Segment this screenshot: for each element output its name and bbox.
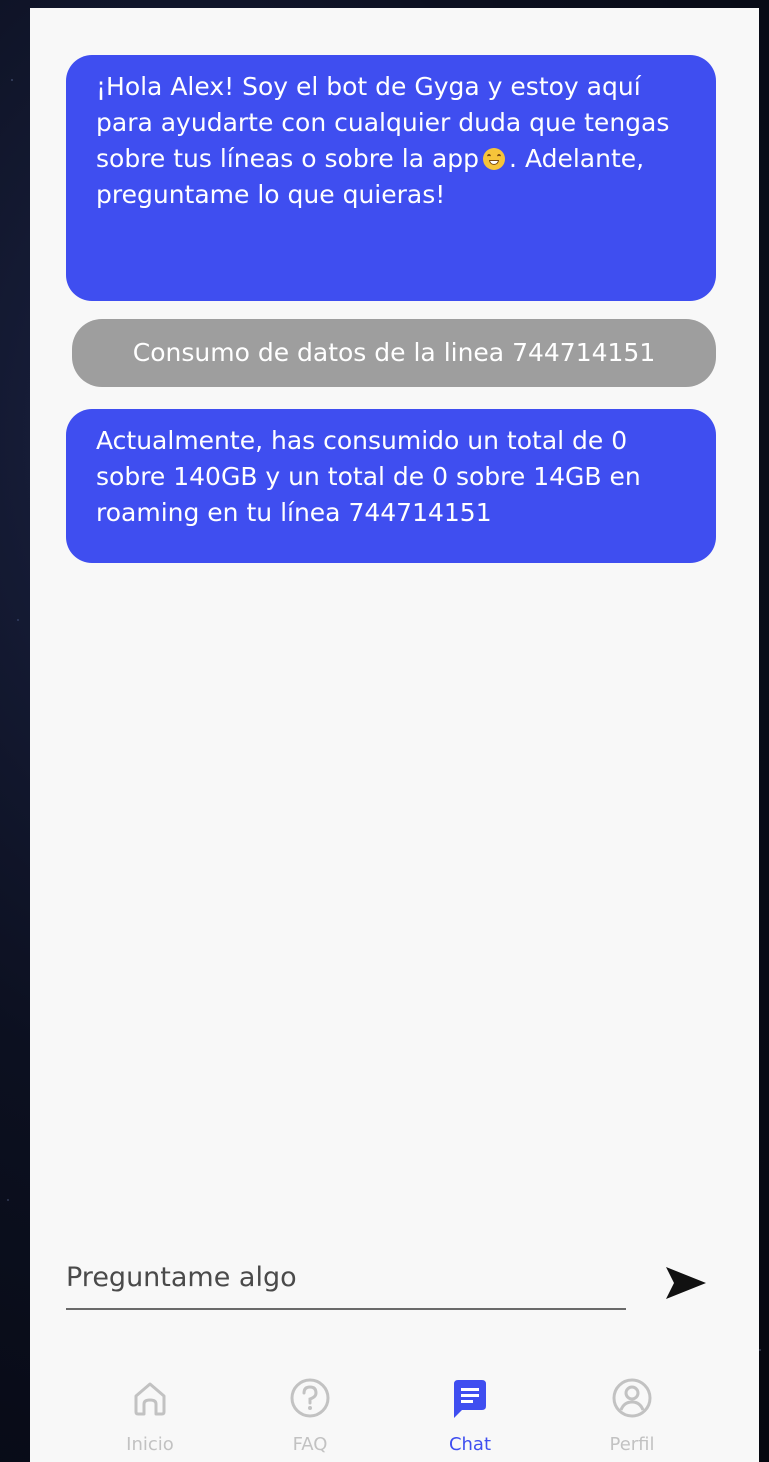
nav-label-faq: FAQ: [292, 1434, 328, 1455]
message-input[interactable]: [66, 1253, 626, 1301]
profile-icon: [612, 1378, 652, 1418]
chat-screen: ¡Hola Alex! Soy el bot de Gyga y estoy a…: [30, 8, 759, 1462]
nav-item-perfil[interactable]: Perfil: [572, 1376, 692, 1455]
user-message: Consumo de datos de la linea 744714151: [72, 319, 716, 387]
nav-item-chat[interactable]: Chat: [410, 1376, 530, 1455]
nav-item-inicio[interactable]: Inicio: [90, 1376, 210, 1455]
bot-message-text: Actualmente, has consumido un total de 0…: [96, 426, 641, 527]
message-input-wrapper: [66, 1253, 626, 1310]
send-icon[interactable]: [664, 1263, 708, 1303]
user-message-text: Consumo de datos de la linea 744714151: [132, 338, 656, 367]
bot-message: Actualmente, has consumido un total de 0…: [66, 409, 716, 563]
bot-message: ¡Hola Alex! Soy el bot de Gyga y estoy a…: [66, 55, 716, 301]
question-icon: [290, 1378, 330, 1418]
nav-item-faq[interactable]: FAQ: [250, 1376, 370, 1455]
grinning-face-icon: [483, 148, 506, 170]
nav-label-perfil: Perfil: [609, 1434, 655, 1455]
bottom-nav: Inicio FAQ Chat Perfil: [30, 1376, 759, 1462]
nav-label-inicio: Inicio: [126, 1434, 174, 1455]
home-icon: [134, 1382, 166, 1416]
nav-label-chat: Chat: [448, 1434, 492, 1455]
chat-icon: [454, 1380, 486, 1418]
